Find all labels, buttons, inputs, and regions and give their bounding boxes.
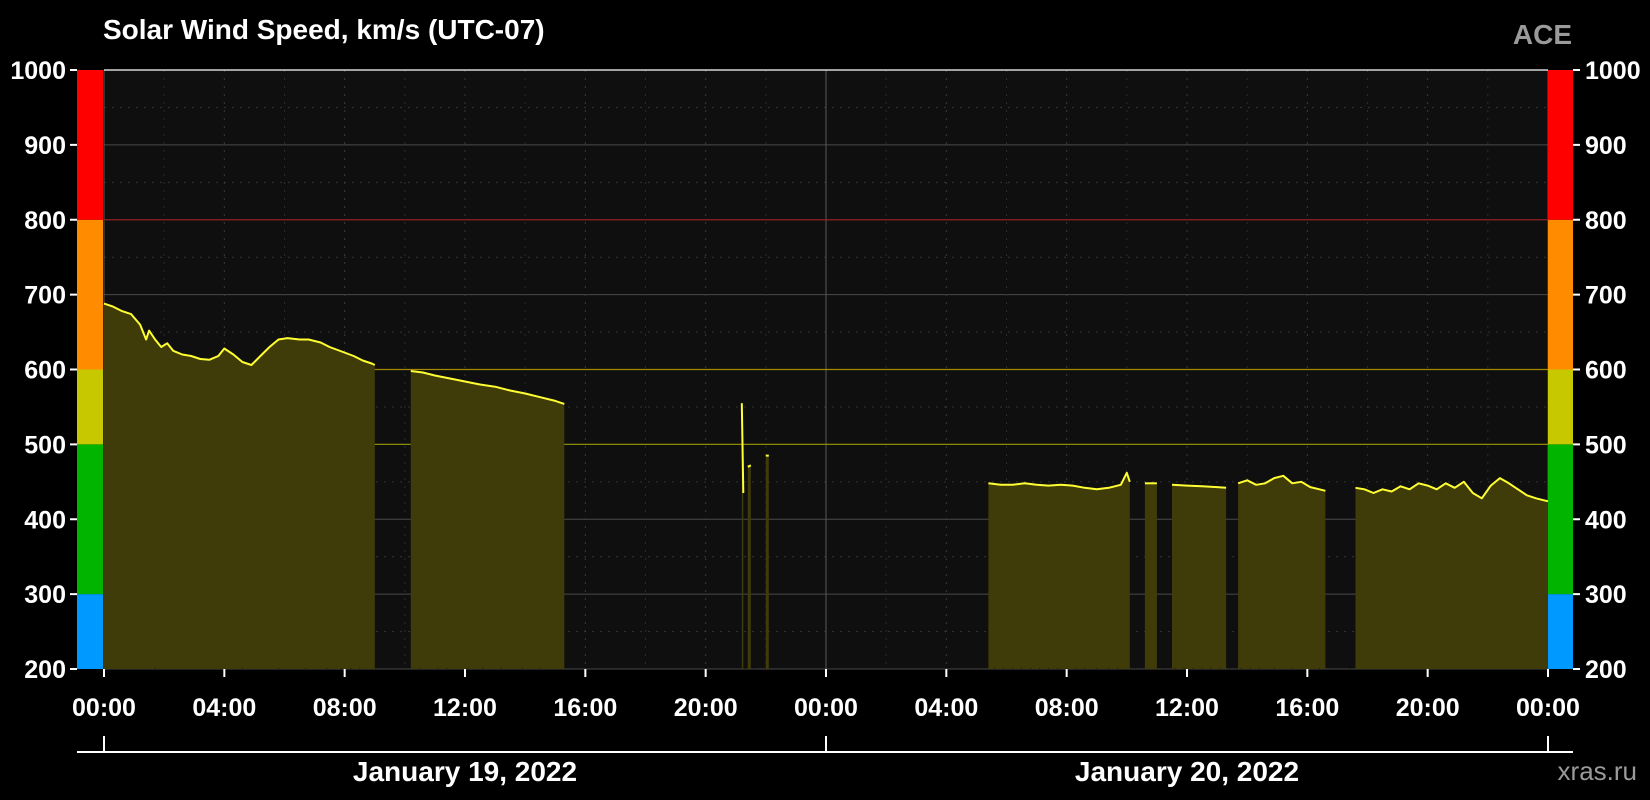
y-tick-label-left: 800: [24, 207, 66, 235]
y-tick-label-right: 400: [1585, 506, 1627, 534]
y-tick-label-right: 500: [1585, 431, 1627, 459]
x-tick-label: 00:00: [794, 694, 858, 722]
site-label: xras.ru: [1558, 756, 1637, 786]
speed-line-segment: [747, 464, 752, 468]
y-tick-label-left: 300: [24, 581, 66, 609]
y-tick-label-left: 1000: [10, 57, 66, 85]
speed-area-segment: [988, 472, 1130, 669]
date-label: January 20, 2022: [1075, 756, 1299, 787]
speed-area-segment: [1144, 483, 1157, 669]
y-tick-label-right: 200: [1585, 656, 1627, 684]
level-band-left: [77, 594, 103, 669]
level-band-right: [1548, 219, 1573, 370]
level-band-left: [77, 219, 103, 370]
date-label: January 19, 2022: [353, 756, 577, 787]
y-tick-label-right: 600: [1585, 357, 1627, 385]
level-band-right: [1548, 369, 1573, 445]
x-tick-label: 00:00: [1516, 694, 1580, 722]
speed-area-segment: [765, 455, 769, 669]
x-tick-label: 16:00: [553, 694, 617, 722]
x-tick-label: 12:00: [433, 694, 497, 722]
source-label-ace: ACE: [1513, 19, 1572, 50]
x-tick-label: 20:00: [1396, 694, 1460, 722]
speed-area-segment: [1355, 478, 1548, 669]
x-tick-label: 16:00: [1275, 694, 1339, 722]
level-band-right: [1548, 70, 1573, 220]
left-level-scale: [77, 70, 103, 669]
y-tick-label-left: 500: [24, 431, 66, 459]
y-tick-label-left: 700: [24, 282, 66, 310]
y-tick-label-left: 400: [24, 506, 66, 534]
x-axis: 00:00 04:00 08:00 12:00 16:00 20:00 00:00 04:00…: [72, 669, 1580, 722]
right-level-scale: [1548, 70, 1573, 669]
y-axis-left: 1000 900 800 700 600 500 400 300 200: [10, 57, 77, 684]
y-tick-label-right: 900: [1585, 132, 1627, 160]
y-tick-label-right: 1000: [1585, 57, 1641, 85]
date-axis: January 19, 2022 January 20, 2022: [77, 736, 1573, 787]
y-tick-label-left: 600: [24, 357, 66, 385]
chart-title: Solar Wind Speed, km/s (UTC-07): [103, 14, 545, 45]
solar-wind-speed-chart: Solar Wind Speed, km/s (UTC-07) ACE xras…: [10, 14, 1641, 787]
level-band-right: [1548, 444, 1573, 595]
x-tick-label: 04:00: [192, 694, 256, 722]
x-tick-label: 12:00: [1155, 694, 1219, 722]
y-tick-label-left: 900: [24, 132, 66, 160]
level-band-left: [77, 70, 103, 220]
x-tick-label: 04:00: [914, 694, 978, 722]
speed-area-segment: [1172, 484, 1227, 669]
level-band-left: [77, 444, 103, 595]
y-tick-label-right: 300: [1585, 581, 1627, 609]
x-tick-label: 20:00: [674, 694, 738, 722]
speed-area-segment: [1238, 475, 1326, 669]
speed-area-segment: [410, 371, 565, 669]
level-band-right: [1548, 594, 1573, 669]
y-tick-label-right: 800: [1585, 207, 1627, 235]
y-tick-label-right: 700: [1585, 282, 1627, 310]
x-tick-label: 00:00: [72, 694, 136, 722]
x-tick-label: 08:00: [313, 694, 377, 722]
y-axis-right: 1000 900 800 700 600 500 400 300 200: [1573, 57, 1641, 684]
x-tick-label: 08:00: [1035, 694, 1099, 722]
y-tick-label-left: 200: [24, 656, 66, 684]
speed-area-segment: [747, 465, 751, 669]
level-band-left: [77, 369, 103, 445]
